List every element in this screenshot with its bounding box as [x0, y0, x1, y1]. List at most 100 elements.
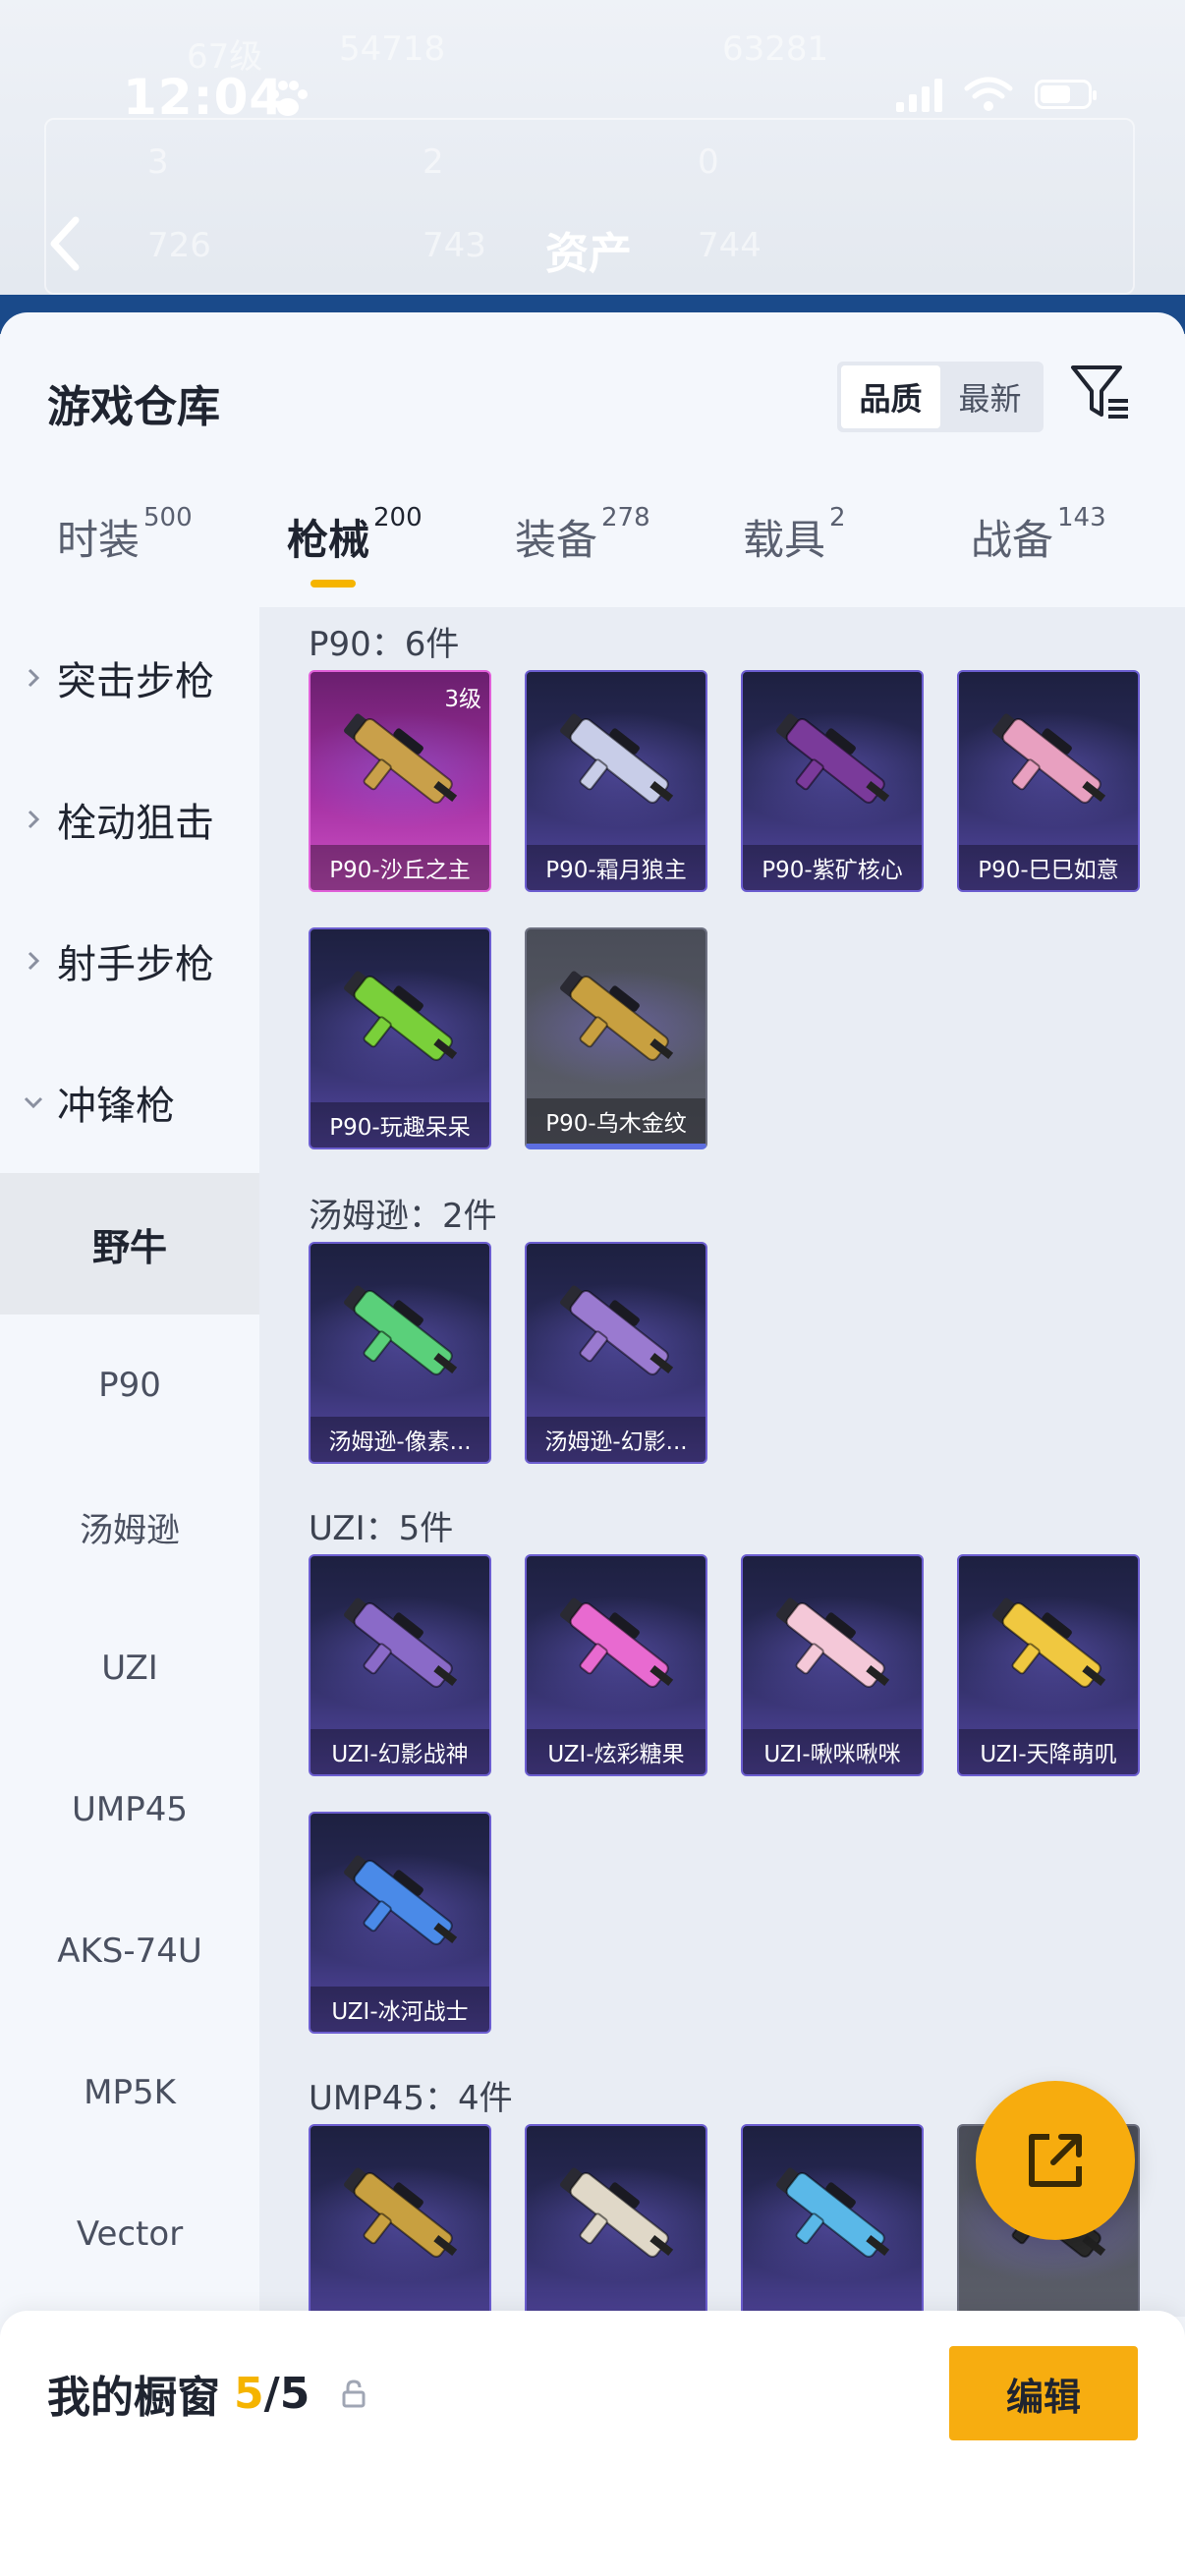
section-title-uzi: UZI：5件: [309, 1509, 454, 1548]
weapon-category-sidebar: 突击步枪 栓动狙击 射手步枪 冲锋枪 野牛 P90 汤姆逊 UZI UMP45 …: [0, 607, 259, 2576]
skin-name-label: P90-紫矿核心: [743, 845, 922, 890]
weapon-skin-card[interactable]: [741, 2124, 924, 2317]
lock-icon: [342, 2380, 366, 2408]
wifi-icon: [964, 77, 1013, 111]
sidebar-category-label: 射手步枪: [57, 942, 214, 987]
weapon-skin-grid: P90：6件 汤姆逊：2件 UZI：5件 UMP45：4件 3级 P90-沙丘之主…: [259, 607, 1185, 2317]
status-time: 12:04: [123, 69, 285, 126]
sidebar-item-ump45[interactable]: UMP45: [0, 1739, 259, 1880]
tab-label: 战备: [971, 516, 1054, 564]
sheet-title: 游戏仓库: [47, 382, 220, 432]
sort-option-newest[interactable]: 最新: [940, 365, 1040, 428]
tab-fashion[interactable]: 时装 500: [57, 489, 193, 597]
tab-count: 2: [829, 503, 846, 532]
sidebar-category-assault-rifle[interactable]: 突击步枪: [0, 607, 259, 749]
gun-skin-icon: [560, 971, 674, 1061]
chevron-right-icon: [28, 810, 40, 829]
skin-level-badge: 3级: [444, 687, 481, 712]
tab-count: 143: [1057, 503, 1106, 532]
skin-name-label: P90-乌木金纹: [527, 1098, 705, 1144]
edit-button[interactable]: 编辑: [949, 2346, 1138, 2440]
bg-stat-3: 0: [698, 142, 719, 182]
sidebar-category-bolt-sniper[interactable]: 栓动狙击: [0, 749, 259, 890]
gun-skin-icon: [776, 2167, 890, 2258]
tab-label: 枪械: [287, 516, 370, 564]
gun-skin-icon: [560, 1597, 674, 1688]
gun-skin-icon: [560, 1285, 674, 1375]
sort-toggle: 品质 最新: [837, 362, 1044, 432]
weapon-skin-card[interactable]: P90-乌木金纹: [525, 927, 707, 1149]
chevron-right-icon: [28, 951, 40, 971]
tab-vehicles[interactable]: 载具 2: [743, 489, 846, 597]
sidebar-item-vector[interactable]: Vector: [0, 2163, 259, 2305]
sidebar-item-thompson[interactable]: 汤姆逊: [0, 1456, 259, 1597]
tab-label: 时装: [57, 516, 141, 564]
sidebar-item-mp5k[interactable]: MP5K: [0, 2022, 259, 2163]
gun-skin-icon: [560, 2167, 674, 2258]
weapon-skin-card[interactable]: UZI-冰河战士: [309, 1812, 491, 2034]
sidebar-category-marksman-rifle[interactable]: 射手步枪: [0, 890, 259, 1032]
share-icon: [1029, 2134, 1082, 2187]
bg-number-text: 54718: [339, 29, 446, 69]
weapon-skin-card[interactable]: UZI-幻影战神: [309, 1554, 491, 1776]
skin-name-label: UZI-炫彩糖果: [527, 1729, 705, 1774]
skin-name-label: UZI-幻影战神: [310, 1729, 489, 1774]
weapon-skin-card[interactable]: P90-玩趣呆呆: [309, 927, 491, 1149]
status-icons: [896, 77, 1097, 112]
sidebar-item-bizon[interactable]: 野牛: [0, 1173, 259, 1315]
background-page-title: 资产: [545, 229, 632, 279]
weapon-skin-card[interactable]: P90-霜月狼主: [525, 670, 707, 892]
weapon-skin-card[interactable]: 汤姆逊-幻影...: [525, 1242, 707, 1464]
weapon-skin-card[interactable]: UZI-天降萌叽: [957, 1554, 1140, 1776]
tab-count: 200: [373, 503, 423, 532]
share-button[interactable]: [976, 2081, 1135, 2240]
skin-name-label: UZI-冰河战士: [310, 1987, 489, 2032]
weapon-skin-card[interactable]: P90-巳巳如意: [957, 670, 1140, 892]
back-icon[interactable]: [44, 214, 84, 273]
bg-stat-4: 726: [147, 226, 211, 265]
showcase-title: 我的橱窗: [47, 2373, 220, 2423]
battery-icon: [1035, 80, 1097, 109]
gun-skin-icon: [344, 971, 458, 1061]
bg-stat-2: 2: [423, 142, 444, 182]
gun-skin-icon: [344, 2167, 458, 2258]
game-warehouse-sheet: 游戏仓库 品质 最新 时装 500 枪械 200 装备 278 载具 2 战备 …: [0, 312, 1185, 2576]
weapon-skin-card[interactable]: [309, 2124, 491, 2317]
section-title-ump45: UMP45：4件: [309, 2079, 513, 2118]
tab-equipment[interactable]: 装备 278: [515, 489, 650, 597]
bg-stat-6: 744: [698, 226, 762, 265]
tab-label: 装备: [515, 516, 598, 564]
tab-count: 278: [601, 503, 650, 532]
gun-skin-icon: [344, 1597, 458, 1688]
tab-label: 载具: [743, 516, 826, 564]
sidebar-item-aks74u[interactable]: AKS-74U: [0, 1880, 259, 2022]
weapon-skin-card[interactable]: 3级 P90-沙丘之主: [309, 670, 491, 892]
sidebar-category-smg[interactable]: 冲锋枪: [0, 1032, 259, 1173]
weapon-skin-card[interactable]: 汤姆逊-像素...: [309, 1242, 491, 1464]
filter-icon[interactable]: [1069, 362, 1132, 424]
tab-combat-prep[interactable]: 战备 143: [971, 489, 1106, 597]
sidebar-category-label: 突击步枪: [57, 659, 214, 704]
sort-option-quality[interactable]: 品质: [841, 365, 940, 428]
tab-count: 500: [143, 503, 193, 532]
weapon-skin-card[interactable]: P90-紫矿核心: [741, 670, 924, 892]
skin-name-label: UZI-天降萌叽: [959, 1729, 1138, 1774]
signal-icon: [896, 77, 942, 112]
chevron-down-icon: [24, 1096, 43, 1109]
bg-stat-5: 743: [423, 226, 486, 265]
skin-name-label: 汤姆逊-像素...: [310, 1417, 489, 1462]
sidebar-item-uzi[interactable]: UZI: [0, 1597, 259, 1739]
gun-skin-icon: [776, 713, 890, 804]
gun-skin-icon: [344, 1855, 458, 1945]
sidebar-category-label: 冲锋枪: [57, 1084, 175, 1129]
section-title-thompson: 汤姆逊：2件: [309, 1197, 497, 1236]
sidebar-item-p90[interactable]: P90: [0, 1315, 259, 1456]
skin-name-label: P90-霜月狼主: [527, 845, 705, 890]
weapon-skin-card[interactable]: UZI-啾咪啾咪: [741, 1554, 924, 1776]
showcase-total: /5: [263, 2368, 310, 2419]
weapon-skin-card[interactable]: [525, 2124, 707, 2317]
weapon-skin-card[interactable]: UZI-炫彩糖果: [525, 1554, 707, 1776]
skin-name-label: P90-沙丘之主: [310, 845, 489, 890]
bg-stat-1: 3: [147, 142, 169, 182]
skin-name-label: 汤姆逊-幻影...: [527, 1417, 705, 1462]
